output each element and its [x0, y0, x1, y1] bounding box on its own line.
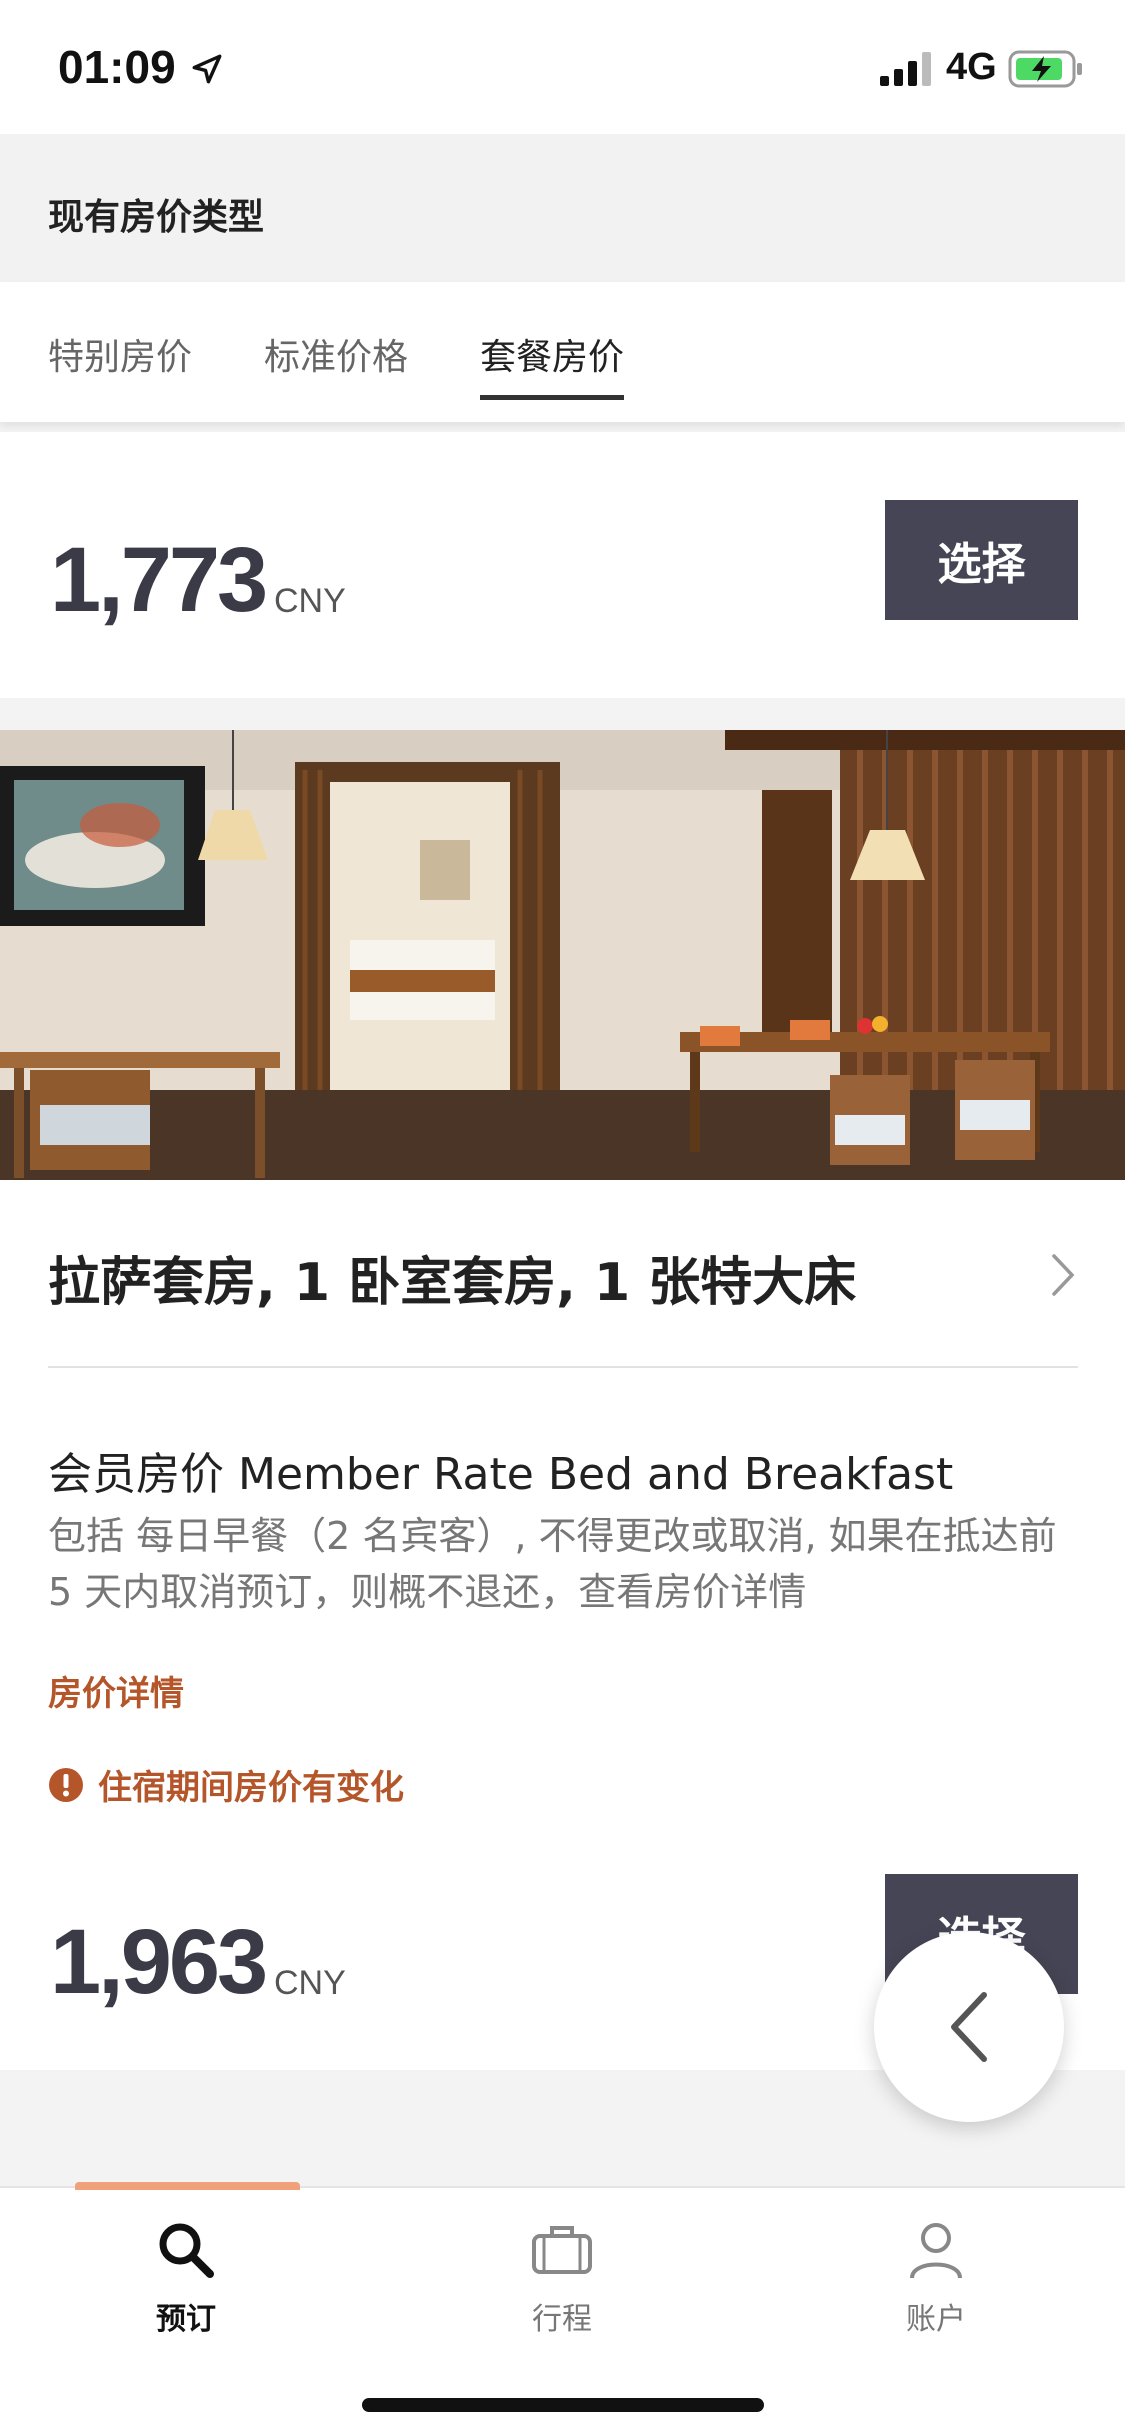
room-price-amount: 1,963: [50, 1911, 268, 2013]
briefcase-icon: [532, 2226, 592, 2274]
room-photo[interactable]: [0, 730, 1125, 1180]
back-button[interactable]: [874, 1932, 1064, 2122]
room-name[interactable]: 拉萨套房, 1 卧室套房, 1 张特大床: [48, 1240, 856, 1315]
status-time: 01:09: [58, 41, 176, 93]
rate-change-notice: 住宿期间房价有变化: [48, 1760, 404, 1809]
select-button[interactable]: 选择: [885, 500, 1078, 620]
tab-label: 特别房价: [48, 337, 193, 378]
room-card: 拉萨套房, 1 卧室套房, 1 张特大床 会员房价 Member Rate Be…: [0, 730, 1125, 2070]
search-icon: [159, 2223, 214, 2278]
nav-active-indicator: [75, 2182, 300, 2190]
tab-label: 标准价格: [264, 337, 409, 378]
nav-label: 预订: [156, 2302, 216, 2337]
notice-text: 住宿期间房价有变化: [98, 1768, 404, 1808]
price-amount: 1,773: [50, 529, 268, 631]
nav-label: 账户: [906, 2302, 966, 2337]
tab-special-rate[interactable]: 特别房价: [48, 328, 192, 400]
price-currency: CNY: [274, 582, 346, 620]
status-bar: 01:09 4G: [0, 0, 1125, 134]
nav-item-book[interactable]: 预订: [86, 2218, 286, 2338]
tab-standard-rate[interactable]: 标准价格: [264, 328, 408, 400]
rate-title: 会员房价 Member Rate Bed and Breakfast: [48, 1449, 954, 1500]
location-arrow-icon: [192, 54, 222, 84]
section-title: 现有房价类型: [48, 197, 265, 238]
rate-types-header: 现有房价类型: [0, 134, 1125, 282]
nav-label: 行程: [532, 2302, 592, 2337]
nav-item-trips[interactable]: 行程: [462, 2218, 662, 2338]
battery-charging-icon: [1008, 50, 1082, 88]
rate-details-link[interactable]: 房价详情: [48, 1666, 184, 1715]
network-type: 4G: [946, 46, 997, 88]
chevron-left-icon: [951, 1992, 987, 2062]
room-price-currency: CNY: [274, 1964, 346, 2002]
signal-icon: [880, 52, 931, 86]
active-tab-underline: [480, 395, 625, 400]
rate-description: 包括 每日早餐（2 名宾客）, 不得更改或取消, 如果在抵达前 5 天内取消预订…: [48, 1514, 1057, 1614]
offer-price-card: 1,773 CNY 选择: [0, 432, 1125, 698]
tab-package-rate[interactable]: 套餐房价: [480, 328, 625, 400]
nav-item-account[interactable]: 账户: [836, 2218, 1036, 2338]
rate-tabs: 特别房价 标准价格 套餐房价: [0, 282, 1125, 422]
room-photo-image: [0, 730, 1125, 1180]
alert-icon: [49, 1767, 83, 1802]
divider: [48, 1366, 1078, 1368]
tab-label: 套餐房价: [480, 337, 625, 378]
home-indicator: [362, 2398, 764, 2412]
chevron-right-icon[interactable]: [1050, 1250, 1078, 1300]
person-icon: [910, 2223, 962, 2279]
